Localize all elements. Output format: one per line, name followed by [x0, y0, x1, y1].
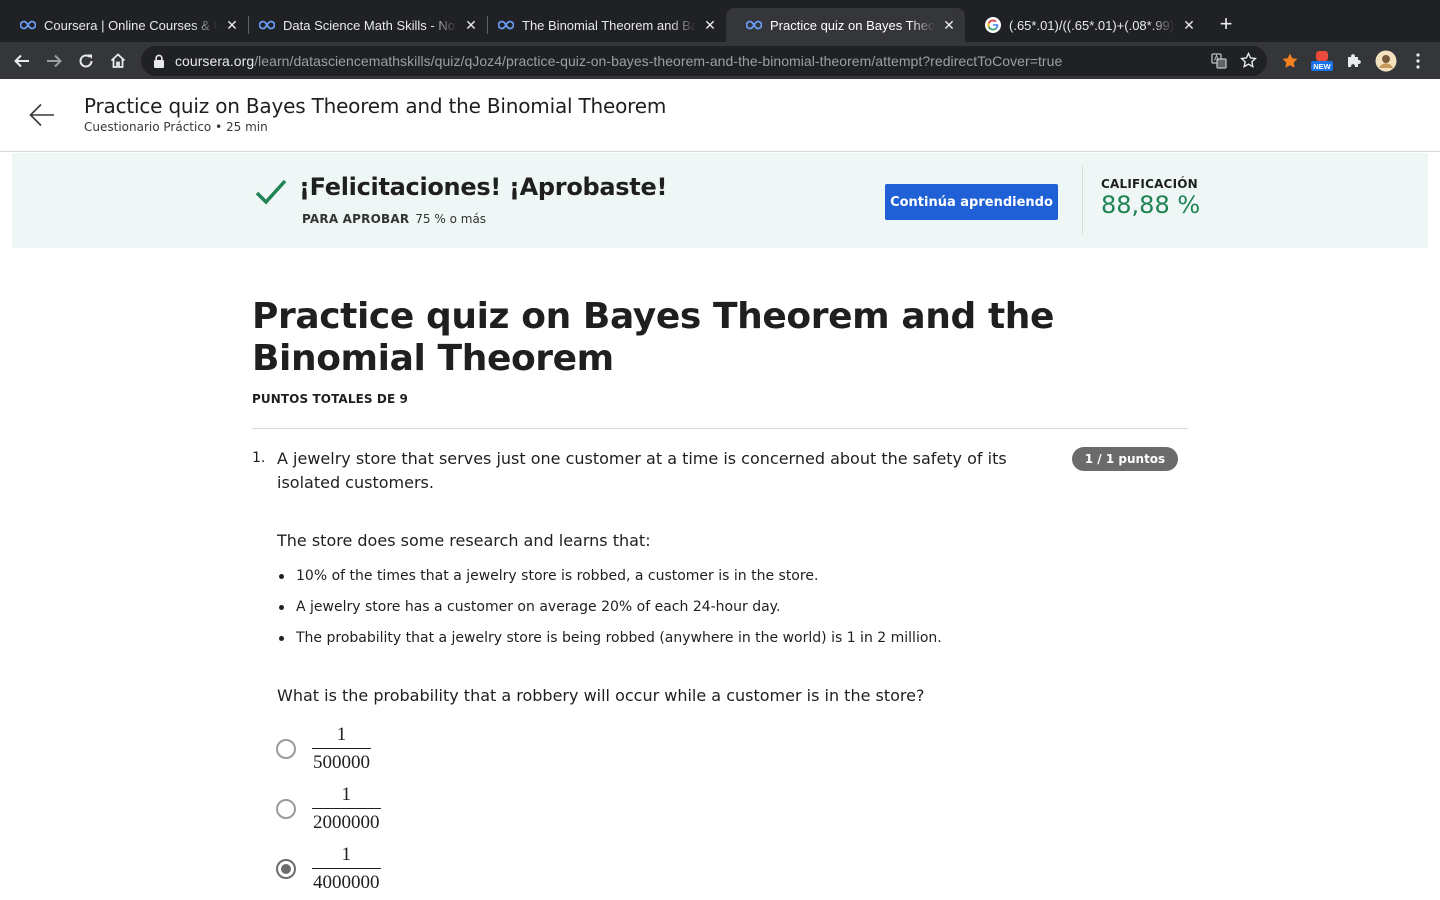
url-text: coursera.org/learn/datasciencemathskills…	[175, 53, 1062, 69]
extension-badge-icon[interactable]: NEW	[1309, 48, 1335, 74]
header-title: Practice quiz on Bayes Theorem and the B…	[84, 94, 667, 118]
fraction-numerator: 1	[341, 844, 352, 865]
pass-requirement: PARA APROBAR 75 % o más	[302, 212, 486, 226]
grade-label: CALIFICACIÓN	[1101, 177, 1198, 191]
tab-title: The Binomial Theorem and Bayes	[522, 17, 696, 33]
page-header: Practice quiz on Bayes Theorem and the B…	[0, 79, 1440, 152]
tab-title: (.65*.01)/((.65*.01)+(.08*.99))	[1009, 17, 1175, 33]
divider	[252, 428, 1188, 429]
more-vert-icon[interactable]	[1405, 48, 1431, 74]
reload-icon	[79, 54, 93, 68]
question-text: A jewelry store that serves just one cus…	[277, 449, 1007, 492]
fact-text: 10% of the times that a jewelry store is…	[296, 568, 819, 584]
radio-button[interactable]	[276, 799, 296, 819]
answer-option-selected[interactable]: 1 4000000	[276, 844, 381, 894]
bullet-icon	[279, 574, 284, 579]
home-icon	[110, 53, 126, 68]
fraction-denominator: 4000000	[313, 872, 380, 893]
facts-list: 10% of the times that a jewelry store is…	[277, 566, 942, 659]
extension-badge-text: NEW	[1313, 62, 1331, 71]
arrow-left-icon	[14, 54, 29, 68]
translate-icon[interactable]	[1211, 53, 1227, 74]
continue-learning-button[interactable]: Continúa aprendiendo	[885, 184, 1058, 220]
fraction-bar	[312, 868, 381, 869]
browser-tab[interactable]: (.65*.01)/((.65*.01)+(.08*.99)) ✕	[965, 8, 1205, 42]
extension-star-icon[interactable]	[1277, 48, 1303, 74]
browser-tab-active[interactable]: Practice quiz on Bayes Theorem ✕	[726, 8, 965, 42]
tab-title: Data Science Math Skills - Notas	[283, 17, 457, 33]
google-icon	[985, 17, 1001, 33]
checkmark-icon	[254, 177, 288, 207]
fraction: 1 500000	[312, 724, 371, 774]
coursera-icon	[498, 17, 514, 33]
browser-tab[interactable]: Data Science Math Skills - Notas ✕	[239, 8, 487, 42]
pass-label: PARA APROBAR	[302, 212, 410, 226]
browser-toolbar: coursera.org/learn/datasciencemathskills…	[0, 42, 1440, 79]
browser-tab[interactable]: Coursera | Online Courses & Credentials …	[0, 8, 248, 42]
avatar[interactable]	[1373, 48, 1399, 74]
url-host: coursera.org	[175, 53, 255, 69]
list-item: A jewelry store has a customer on averag…	[277, 597, 942, 617]
bullet-icon	[279, 605, 284, 610]
lock-icon	[153, 54, 167, 68]
grade-value: 88,88 %	[1101, 191, 1201, 219]
fraction: 1 2000000	[312, 784, 381, 834]
home-button[interactable]	[105, 48, 131, 74]
fraction-denominator: 500000	[313, 752, 370, 773]
url-path: /learn/datasciencemathskills/quiz/qJoz4/…	[254, 53, 1063, 69]
fraction-bar	[312, 808, 381, 809]
question-intro: The store does some research and learns …	[277, 531, 651, 550]
radio-button[interactable]	[276, 739, 296, 759]
pass-value: 75 % o más	[415, 212, 487, 226]
puzzle-icon[interactable]	[1341, 48, 1367, 74]
close-icon[interactable]: ✕	[702, 17, 718, 33]
browser-tab[interactable]: The Binomial Theorem and Bayes ✕	[478, 8, 726, 42]
radio-button-selected[interactable]	[276, 859, 296, 879]
bullet-icon	[279, 636, 284, 641]
congrats-message: ¡Felicitaciones! ¡Aprobaste!	[299, 173, 668, 201]
reload-button[interactable]	[73, 48, 99, 74]
tab-title: Coursera | Online Courses & Credentials	[44, 17, 218, 33]
tab-title: Practice quiz on Bayes Theorem	[770, 17, 935, 33]
coursera-icon	[259, 17, 275, 33]
question-number: 1.	[252, 450, 266, 466]
back-button[interactable]	[9, 48, 35, 74]
answer-option[interactable]: 1 2000000	[276, 784, 381, 834]
close-icon[interactable]: ✕	[463, 17, 479, 33]
fraction-denominator: 2000000	[313, 812, 380, 833]
close-icon[interactable]: ✕	[941, 17, 957, 33]
coursera-icon	[20, 17, 36, 33]
header-subtitle: Cuestionario Práctico • 25 min	[84, 120, 268, 134]
new-tab-button[interactable]: +	[1214, 13, 1238, 37]
fact-text: A jewelry store has a customer on averag…	[296, 599, 781, 615]
score-badge: 1 / 1 puntos	[1072, 447, 1178, 471]
back-arrow-icon[interactable]	[28, 101, 56, 129]
star-icon[interactable]	[1240, 51, 1257, 74]
coursera-icon	[746, 17, 762, 33]
divider	[1082, 166, 1083, 234]
address-bar[interactable]: coursera.org/learn/datasciencemathskills…	[141, 46, 1267, 76]
list-item: 10% of the times that a jewelry store is…	[277, 566, 942, 586]
browser-tab-strip: Coursera | Online Courses & Credentials …	[0, 0, 1440, 42]
list-item: The probability that a jewelry store is …	[277, 628, 942, 648]
points-total: PUNTOS TOTALES DE 9	[252, 392, 408, 406]
close-icon[interactable]: ✕	[224, 17, 240, 33]
close-icon[interactable]: ✕	[1181, 17, 1197, 33]
forward-button[interactable]	[41, 48, 67, 74]
fraction: 1 4000000	[312, 844, 381, 894]
fraction-numerator: 1	[336, 724, 347, 745]
fact-text: The probability that a jewelry store is …	[296, 630, 942, 646]
quiz-title: Practice quiz on Bayes Theorem and the B…	[252, 296, 1055, 379]
pass-banner: ¡Felicitaciones! ¡Aprobaste! PARA APROBA…	[12, 153, 1428, 248]
fraction-numerator: 1	[341, 784, 352, 805]
answer-option[interactable]: 1 500000	[276, 724, 371, 774]
arrow-right-icon	[47, 54, 62, 68]
fraction-bar	[312, 748, 371, 749]
question-prompt: What is the probability that a robbery w…	[277, 686, 925, 705]
